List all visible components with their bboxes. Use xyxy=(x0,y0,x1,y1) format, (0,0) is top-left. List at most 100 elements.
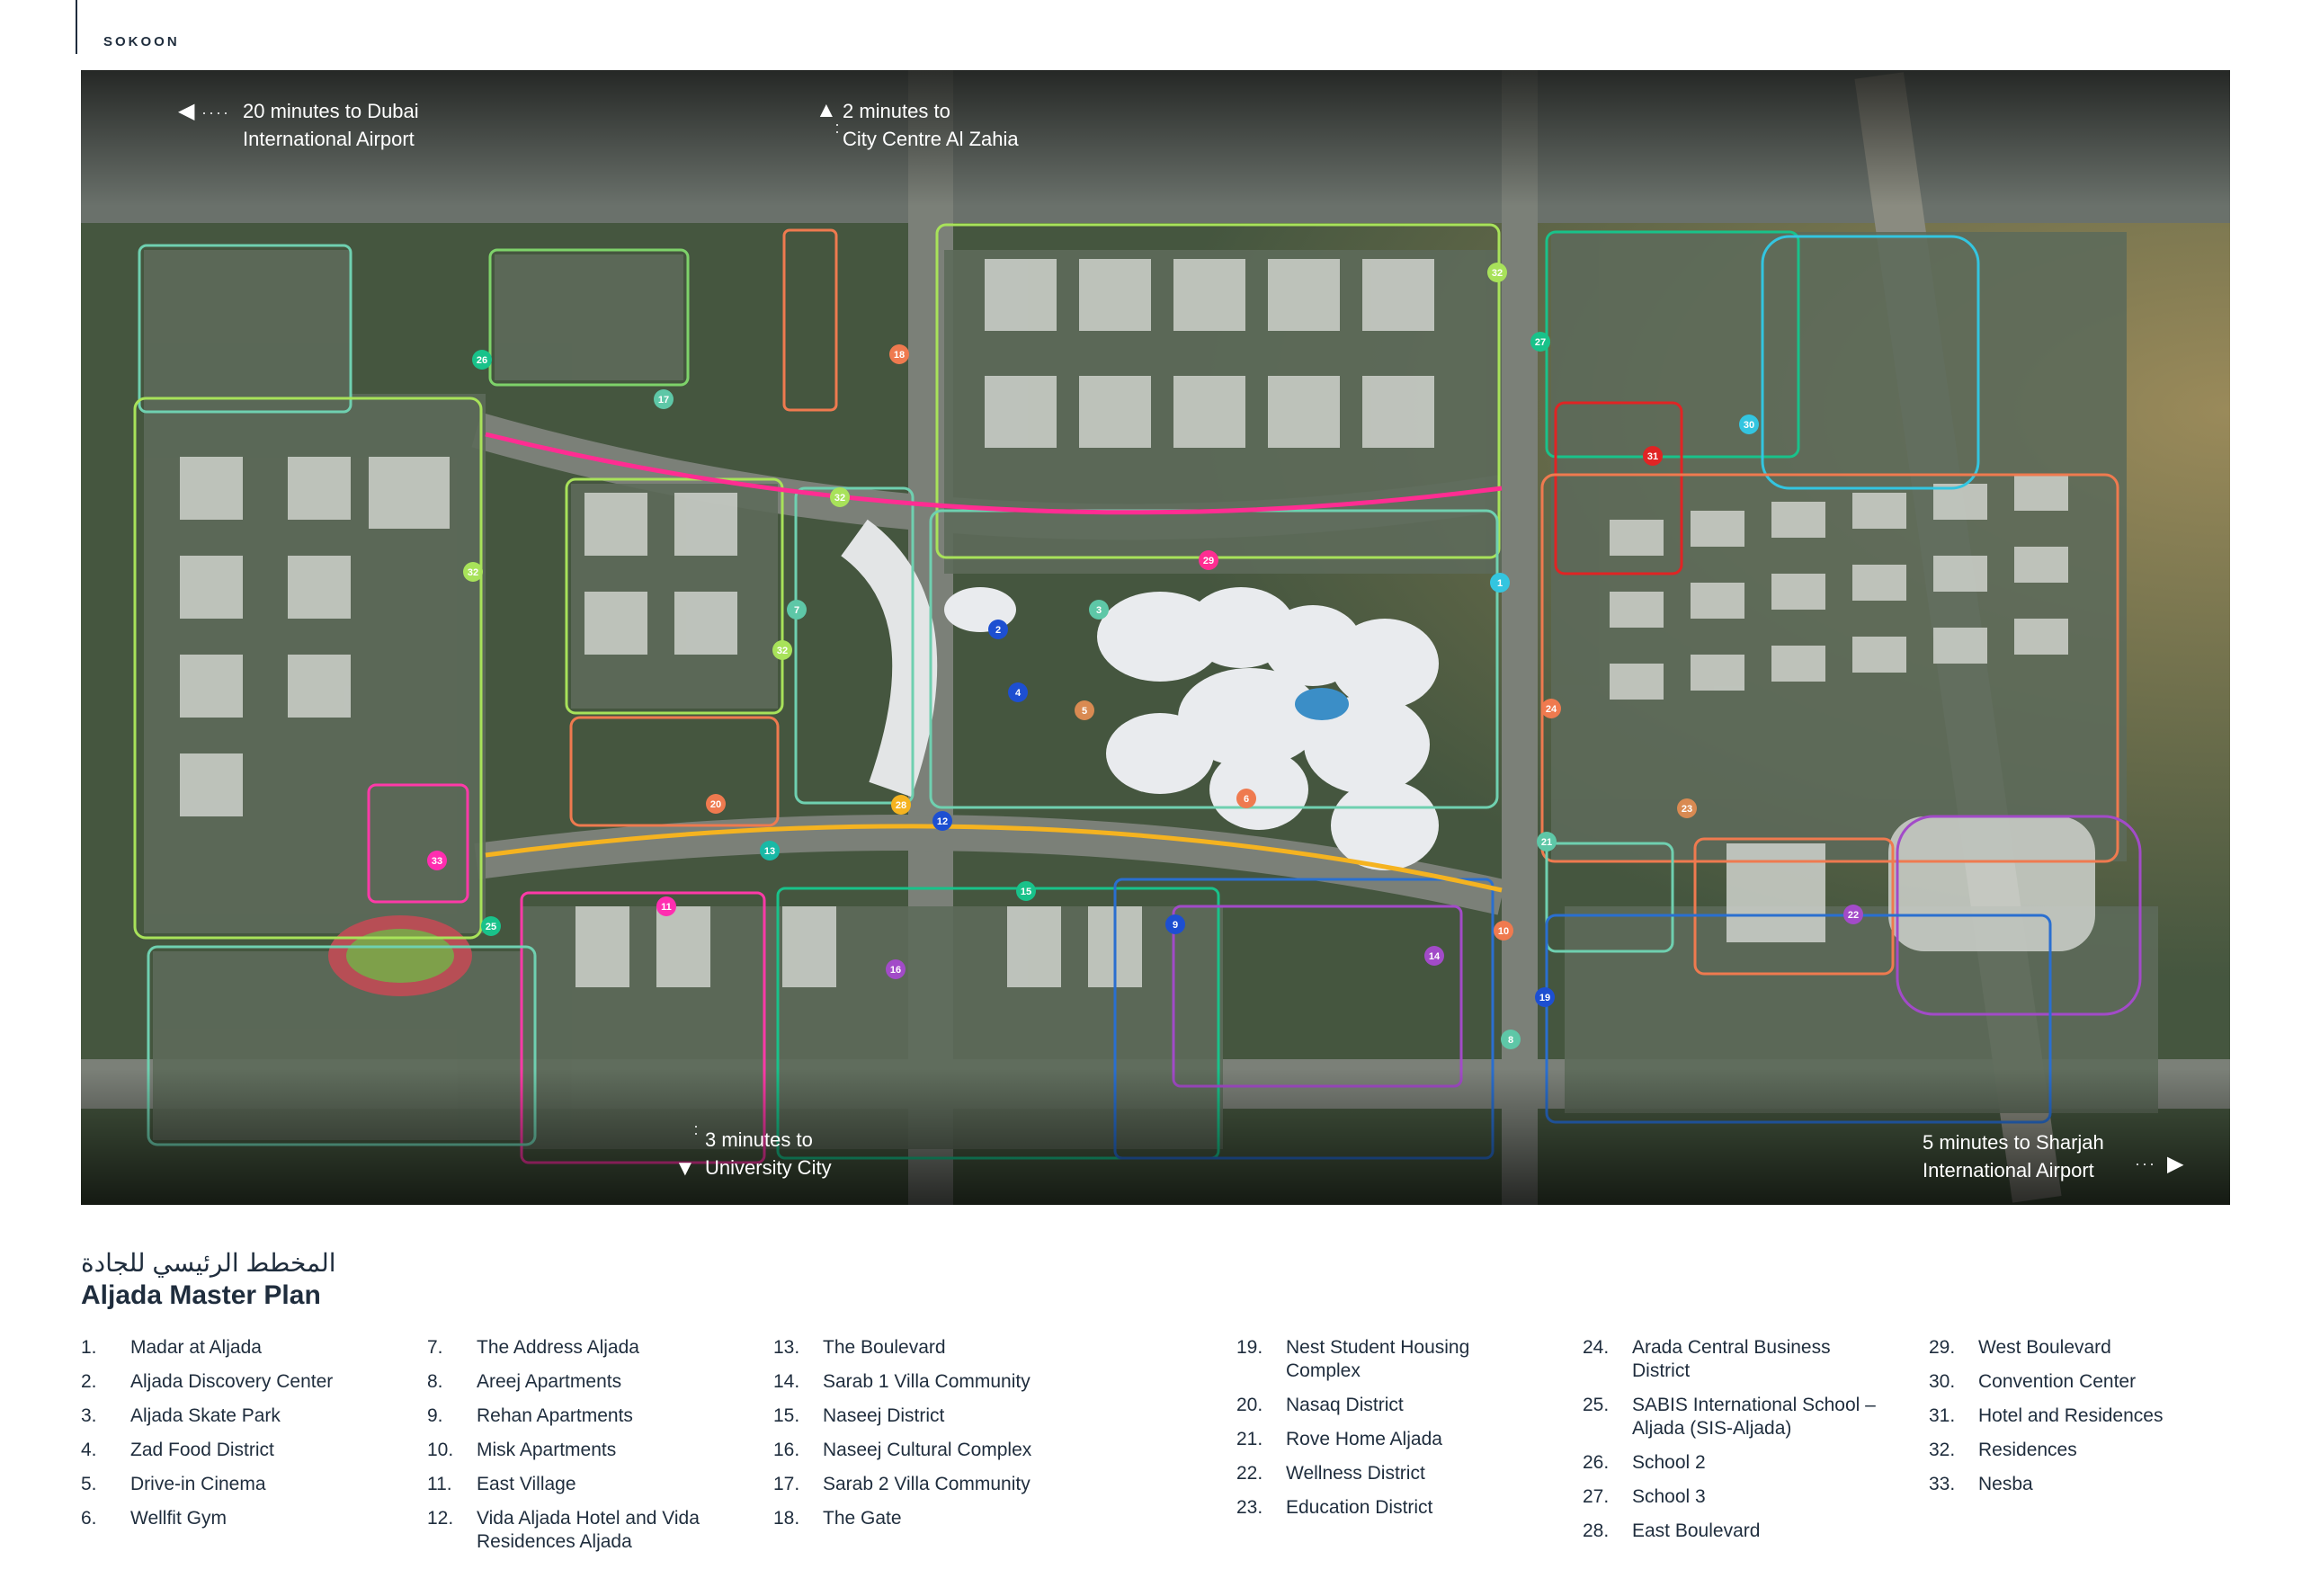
svg-text:10: 10 xyxy=(1498,926,1509,937)
svg-text:14: 14 xyxy=(1429,951,1441,962)
marker-32d: 32 xyxy=(772,640,792,660)
svg-text:20: 20 xyxy=(710,799,721,810)
legend-item-label: Rehan Apartments xyxy=(477,1405,633,1426)
legend-item-number: 12. xyxy=(427,1508,454,1529)
legend-item-number: 3. xyxy=(81,1405,97,1426)
svg-text:24: 24 xyxy=(1546,704,1557,715)
legend-item-number: 25. xyxy=(1583,1395,1610,1415)
legend-item-label: Nasaq District xyxy=(1286,1395,1404,1415)
legend-item-number: 18. xyxy=(773,1508,800,1529)
legend-item-number: 2. xyxy=(81,1371,97,1392)
svg-text:21: 21 xyxy=(1541,837,1552,848)
legend-item-label: Aljada Skate Park xyxy=(130,1405,281,1426)
svg-text:17: 17 xyxy=(658,395,669,406)
legend-item-label: Nest Student Housing Complex xyxy=(1286,1337,1470,1381)
marker-19: 19 xyxy=(1535,987,1555,1007)
callout-line2: University City xyxy=(705,1156,832,1179)
legend-item-number: 31. xyxy=(1929,1405,1956,1426)
marker-11: 11 xyxy=(656,896,676,916)
brand-logo-text: SOKOON xyxy=(103,34,180,49)
legend-item-label: The Gate xyxy=(823,1508,902,1529)
callout-line1: 2 minutes to xyxy=(843,100,950,122)
arrow-right-icon: ▶ xyxy=(2167,1152,2184,1176)
marker-2: 2 xyxy=(988,620,1008,639)
legend-item-label: The Boulevard xyxy=(823,1337,946,1358)
legend-item-label: School 3 xyxy=(1632,1486,1706,1507)
marker-1: 1 xyxy=(1490,573,1510,593)
legend-item-label: Convention Center xyxy=(1978,1371,2137,1392)
legend-item-number: 4. xyxy=(81,1440,97,1460)
marker-22: 22 xyxy=(1843,905,1863,924)
dotted-line: ··· xyxy=(2135,1155,2156,1172)
svg-text:28: 28 xyxy=(896,800,906,811)
svg-text:2: 2 xyxy=(995,625,1001,636)
svg-text:27: 27 xyxy=(1535,337,1546,348)
callout-city-centre: ▲ ·· 2 minutes to City Centre Al Zahia xyxy=(816,97,1049,155)
legend-item-number: 10. xyxy=(427,1440,454,1460)
legend-item-label: Sarab 2 Villa Community xyxy=(823,1474,1031,1494)
legend-item-label: Naseej Cultural Complex xyxy=(823,1440,1032,1460)
marker-23: 23 xyxy=(1677,798,1697,818)
legend-item-label: Wellfit Gym xyxy=(130,1508,227,1529)
marker-12: 12 xyxy=(932,811,952,831)
svg-text:30: 30 xyxy=(1744,420,1754,431)
marker-18: 18 xyxy=(889,344,909,364)
header-divider xyxy=(76,0,77,54)
legend-item-number: 8. xyxy=(427,1371,443,1392)
svg-text:8: 8 xyxy=(1508,1035,1513,1046)
title-arabic: المخطط الرئيسي للجادة xyxy=(81,1249,336,1277)
svg-text:11: 11 xyxy=(661,902,672,913)
legend-item-label: School 2 xyxy=(1632,1452,1706,1473)
svg-text:23: 23 xyxy=(1682,804,1692,815)
legend-item-label: West Boulevard xyxy=(1978,1337,2111,1358)
svg-text:32: 32 xyxy=(777,646,788,656)
marker-16: 16 xyxy=(886,959,906,979)
marker-10: 10 xyxy=(1494,921,1513,941)
svg-text:1: 1 xyxy=(1497,578,1503,589)
legend-item-number: 7. xyxy=(427,1337,443,1358)
legend-item-number: 11. xyxy=(427,1474,452,1494)
svg-text:13: 13 xyxy=(764,846,775,857)
marker-5: 5 xyxy=(1075,700,1094,720)
legend-item-number: 1. xyxy=(81,1337,97,1358)
marker-31: 31 xyxy=(1643,446,1663,466)
callout-line1: 5 minutes to Sharjah xyxy=(1923,1131,2104,1154)
marker-21: 21 xyxy=(1537,832,1557,851)
marker-25: 25 xyxy=(481,916,501,936)
svg-text:18: 18 xyxy=(894,350,905,361)
legend-item-number: 6. xyxy=(81,1508,97,1529)
svg-text:15: 15 xyxy=(1021,887,1031,897)
marker-9: 9 xyxy=(1165,914,1185,934)
marker-20: 20 xyxy=(706,794,726,814)
legend-item-number: 33. xyxy=(1929,1474,1956,1494)
svg-text:12: 12 xyxy=(937,816,948,827)
legend-item-number: 27. xyxy=(1583,1486,1610,1507)
svg-text:31: 31 xyxy=(1647,451,1658,462)
marker-3: 3 xyxy=(1089,600,1109,620)
map-illustration: 1 2 3 4 5 6 7 8 9 10 11 12 13 14 15 16 1… xyxy=(81,70,2230,1205)
marker-15: 15 xyxy=(1016,881,1036,901)
legend-item-number: 21. xyxy=(1236,1429,1263,1449)
svg-text:33: 33 xyxy=(432,856,442,867)
marker-26: 26 xyxy=(472,350,492,370)
svg-text:29: 29 xyxy=(1203,556,1214,566)
marker-17: 17 xyxy=(654,389,674,409)
svg-text:6: 6 xyxy=(1244,794,1249,805)
legend-item-number: 30. xyxy=(1929,1371,1956,1392)
marker-27: 27 xyxy=(1530,332,1550,352)
legend-item-label: Residences xyxy=(1978,1440,2077,1460)
arrow-left-icon: ◀ xyxy=(178,99,195,123)
legend-item-label: Misk Apartments xyxy=(477,1440,617,1460)
legend-item-label: Sarab 1 Villa Community xyxy=(823,1371,1031,1392)
legend-item-label: Hotel and Residences xyxy=(1978,1405,2164,1426)
arrow-up-icon: ▲ xyxy=(816,98,837,122)
callout-line2: International Airport xyxy=(243,128,415,150)
legend-item-number: 5. xyxy=(81,1474,97,1494)
legend-item-number: 28. xyxy=(1583,1520,1610,1541)
svg-text:7: 7 xyxy=(794,605,799,616)
callout-line1: 3 minutes to xyxy=(705,1128,813,1151)
marker-6: 6 xyxy=(1236,789,1256,808)
marker-8: 8 xyxy=(1501,1030,1521,1049)
legend-item-label: Aljada Discovery Center xyxy=(130,1371,334,1392)
marker-4: 4 xyxy=(1008,682,1028,702)
